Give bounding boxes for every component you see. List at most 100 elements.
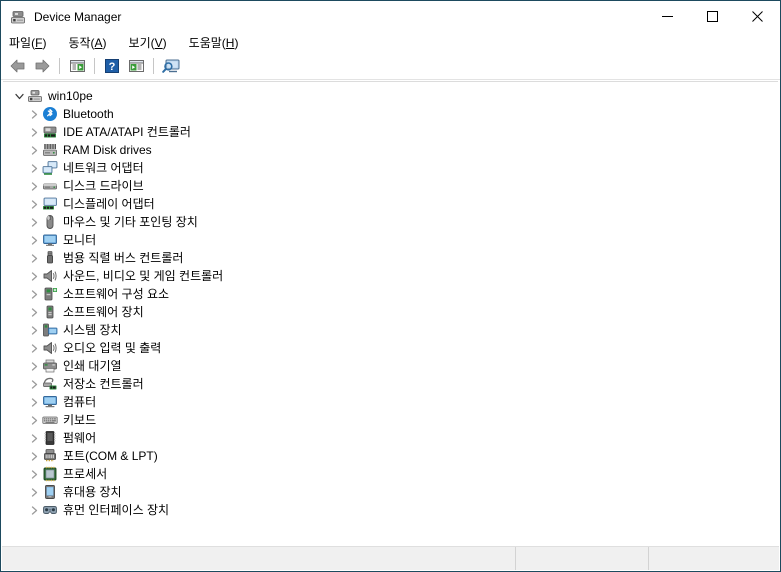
device-tree-panel[interactable]: win10pe Bluetooth IDE ATA/ATAPI 컨트롤러 RAM… [3, 81, 778, 537]
menu-item-action[interactable]: 동작(A) [68, 34, 116, 51]
tree-node-label: 키보드 [63, 413, 97, 427]
toolbar-separator-1 [59, 58, 60, 74]
tree-node-software-components[interactable]: 소프트웨어 구성 요소 [3, 285, 778, 303]
properties-button[interactable] [124, 55, 148, 77]
tree-node-label: 프로세서 [63, 467, 108, 481]
forward-button[interactable] [30, 55, 54, 77]
usb-controller-icon [42, 250, 58, 266]
tree-node-software-devices[interactable]: 소프트웨어 장치 [3, 303, 778, 321]
tree-node-universal-serial-bus-controllers[interactable]: 범용 직렬 버스 컨트롤러 [3, 249, 778, 267]
hid-icon [42, 502, 58, 518]
status-pane-secondary [516, 547, 649, 570]
tree-node-bluetooth[interactable]: Bluetooth [3, 105, 778, 123]
minimize-button[interactable] [645, 1, 690, 32]
chevron-right-icon[interactable] [26, 141, 42, 159]
menu-item-help[interactable]: 도움말(H) [189, 34, 249, 51]
tree-node-firmware[interactable]: 펌웨어 [3, 429, 778, 447]
tree-node-human-interface-devices[interactable]: 휴먼 인터페이스 장치 [3, 501, 778, 519]
chevron-right-icon[interactable] [26, 357, 42, 375]
chevron-right-icon[interactable] [26, 303, 42, 321]
chevron-right-icon[interactable] [26, 447, 42, 465]
ide-controller-icon [42, 124, 58, 140]
menu-item-file-label: 파일 [9, 36, 32, 50]
audio-io-icon [42, 340, 58, 356]
chevron-right-icon[interactable] [26, 483, 42, 501]
tree-node-portable-devices[interactable]: 휴대용 장치 [3, 483, 778, 501]
maximize-button[interactable] [690, 1, 735, 32]
tree-node-ide-controller[interactable]: IDE ATA/ATAPI 컨트롤러 [3, 123, 778, 141]
chevron-right-icon[interactable] [26, 465, 42, 483]
menu-bar: 파일(F) 동작(A) 보기(V) 도움말(H) [1, 32, 780, 53]
chevron-right-icon[interactable] [26, 285, 42, 303]
tree-node-label: 오디오 입력 및 출력 [63, 341, 162, 355]
chevron-right-icon[interactable] [26, 267, 42, 285]
tree-node-display-adapters[interactable]: 디스플레이 어댑터 [3, 195, 778, 213]
tree-node-mice-and-pointing-devices[interactable]: 마우스 및 기타 포인팅 장치 [3, 213, 778, 231]
status-bar [2, 546, 779, 570]
menu-item-file-accel: F [35, 36, 43, 50]
menu-item-view[interactable]: 보기(V) [129, 34, 177, 51]
tree-node-network-adapters[interactable]: 네트워크 어댑터 [3, 159, 778, 177]
tree-node-processors[interactable]: 프로세서 [3, 465, 778, 483]
chevron-right-icon[interactable] [26, 159, 42, 177]
tree-node-label: Bluetooth [63, 107, 114, 121]
chevron-right-icon[interactable] [26, 249, 42, 267]
mouse-icon [42, 214, 58, 230]
tree-node-label: 컴퓨터 [63, 395, 97, 409]
print-queue-icon [42, 358, 58, 374]
chevron-right-icon[interactable] [26, 105, 42, 123]
scan-hardware-icon [162, 59, 180, 73]
chevron-right-icon[interactable] [26, 321, 42, 339]
tree-node-ram-disk-drives[interactable]: RAM Disk drives [3, 141, 778, 159]
show-hide-console-tree-button[interactable] [65, 55, 89, 77]
chevron-right-icon[interactable] [26, 429, 42, 447]
chevron-right-icon[interactable] [26, 213, 42, 231]
tree-node-label: 휴먼 인터페이스 장치 [63, 503, 170, 517]
back-arrow-icon [10, 59, 25, 73]
tree-node-audio-inputs-and-outputs[interactable]: 오디오 입력 및 출력 [3, 339, 778, 357]
tree-node-system-devices[interactable]: 시스템 장치 [3, 321, 778, 339]
chevron-right-icon[interactable] [26, 195, 42, 213]
tree-node-sound-video-game-controllers[interactable]: 사운드, 비디오 및 게임 컨트롤러 [3, 267, 778, 285]
computer-icon [42, 394, 58, 410]
tree-node-label: 네트워크 어댑터 [63, 161, 144, 175]
close-icon [752, 11, 763, 22]
tree-node-root-label: win10pe [48, 89, 93, 103]
tree-node-root[interactable]: win10pe [3, 87, 778, 105]
status-pane-tertiary [649, 547, 779, 570]
scan-for-hardware-changes-button[interactable] [159, 55, 183, 77]
monitor-icon [42, 232, 58, 248]
tree-node-label: RAM Disk drives [63, 143, 152, 157]
tree-node-label: 포트(COM & LPT) [63, 449, 158, 463]
close-button[interactable] [735, 1, 780, 32]
forward-arrow-icon [35, 59, 50, 73]
chevron-right-icon[interactable] [26, 339, 42, 357]
chevron-right-icon[interactable] [26, 177, 42, 195]
tree-node-label: 소프트웨어 구성 요소 [63, 287, 170, 301]
display-adapter-icon [42, 196, 58, 212]
tree-node-storage-controllers[interactable]: 저장소 컨트롤러 [3, 375, 778, 393]
tree-node-ports[interactable]: 포트(COM & LPT) [3, 447, 778, 465]
caption-buttons [645, 1, 780, 32]
disk-drive-icon [42, 178, 58, 194]
help-button[interactable]: ? [100, 55, 124, 77]
chevron-right-icon[interactable] [26, 123, 42, 141]
back-button[interactable] [6, 55, 30, 77]
chevron-right-icon[interactable] [26, 411, 42, 429]
chevron-right-icon[interactable] [26, 393, 42, 411]
computer-device-icon [27, 88, 43, 104]
software-component-icon [42, 286, 58, 302]
tree-node-monitors[interactable]: 모니터 [3, 231, 778, 249]
tree-node-disk-drives[interactable]: 디스크 드라이브 [3, 177, 778, 195]
chevron-down-icon[interactable] [11, 87, 27, 105]
menu-item-file[interactable]: 파일(F) [9, 34, 56, 51]
tree-node-label: 모니터 [63, 233, 97, 247]
chevron-right-icon[interactable] [26, 231, 42, 249]
tree-node-label: IDE ATA/ATAPI 컨트롤러 [63, 125, 191, 139]
chevron-right-icon[interactable] [26, 375, 42, 393]
chevron-right-icon[interactable] [26, 501, 42, 519]
tree-node-label: 사운드, 비디오 및 게임 컨트롤러 [63, 269, 224, 283]
tree-node-computer[interactable]: 컴퓨터 [3, 393, 778, 411]
tree-node-keyboards[interactable]: 키보드 [3, 411, 778, 429]
tree-node-print-queues[interactable]: 인쇄 대기열 [3, 357, 778, 375]
